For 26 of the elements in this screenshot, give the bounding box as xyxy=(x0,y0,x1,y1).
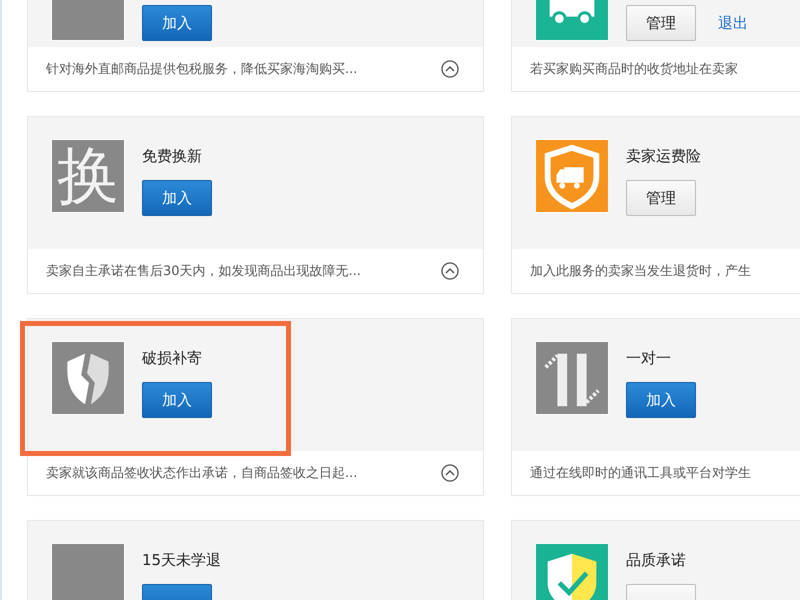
service-title: 免费换新 xyxy=(142,147,203,166)
quit-link[interactable]: 退出 xyxy=(718,14,748,32)
join-button[interactable]: 加入 xyxy=(142,5,212,41)
collapse-icon[interactable] xyxy=(441,60,459,78)
manage-button[interactable]: 管理 xyxy=(626,180,696,216)
broken-shield-icon xyxy=(51,341,125,415)
join-button[interactable]: 加入 xyxy=(142,382,212,418)
service-title: 一对一 xyxy=(626,349,672,368)
service-description: 通过在线即时的通讯工具或平台对学生 xyxy=(530,465,751,482)
service-title: 15天未学退 xyxy=(142,551,222,570)
shield-truck-icon xyxy=(535,139,609,213)
service-description: 若买家购买商品时的收货地址在卖家 xyxy=(530,61,738,78)
collapse-icon[interactable] xyxy=(441,262,459,280)
manage-button[interactable]: 管理 xyxy=(626,5,696,41)
collapse-icon[interactable] xyxy=(441,464,459,482)
one-on-one-icon xyxy=(535,341,609,415)
service-title: 卖家运费险 xyxy=(626,147,701,166)
service-description: 加入此服务的卖家当发生退货时，产生 xyxy=(530,263,751,280)
service-title: 破损补寄 xyxy=(142,349,203,368)
service-icon: 换 xyxy=(51,139,125,213)
service-title: 品质承诺 xyxy=(626,551,687,570)
service-description: 卖家自主承诺在售后30天内，如发现商品出现故障无... xyxy=(46,263,361,280)
join-button[interactable]: 加入 xyxy=(142,180,212,216)
service-description: 卖家就该商品签收状态作出承诺，自商品签收之日起... xyxy=(46,465,358,482)
service-description: 针对海外直邮商品提供包税服务，降低买家海淘购买... xyxy=(46,61,358,78)
join-button[interactable]: 加入 xyxy=(626,382,696,418)
